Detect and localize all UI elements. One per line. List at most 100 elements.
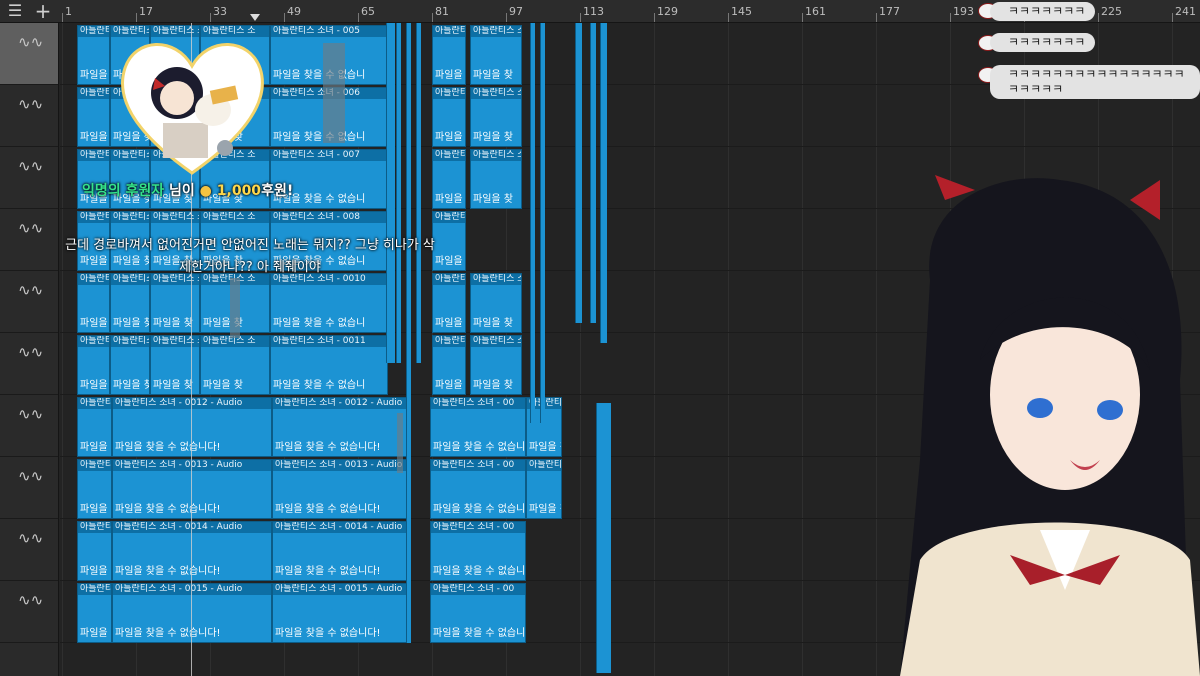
audio-clip[interactable]: 아틀란티스 소파일을 찾 <box>470 25 522 85</box>
donation-mid-text: 님이 <box>164 183 200 199</box>
audio-clip[interactable]: 아틀란티스 소파일을 찾 <box>470 149 522 209</box>
audio-clip[interactable]: 아틀란티스 소파일을 찾 <box>432 25 466 85</box>
clip-name: 아틀란티스 소녀 - 0012 - Audio <box>113 398 271 409</box>
clip-missing-file-label: 파일을 찾 <box>113 380 150 391</box>
ruler-tick-line <box>136 13 137 22</box>
selection-highlight <box>397 413 403 473</box>
playhead-marker[interactable] <box>250 14 260 21</box>
audio-clip[interactable]: 아틀란티스 소녀 - 0011 파일을 찾을 수 없습니 <box>270 335 388 395</box>
ruler-tick-label: 161 <box>805 5 826 18</box>
track-header[interactable]: ∿∿ <box>0 85 58 147</box>
audio-clip[interactable]: 아틀란티스 소파일을 찾 <box>77 521 112 581</box>
audio-clip[interactable]: 아틀란티스 소파일을 찾 <box>110 335 150 395</box>
ruler-tick-line <box>728 13 729 22</box>
audio-clip[interactable]: 아틀란티스 소파일을 찾 <box>432 273 466 333</box>
audio-clip-slice[interactable] <box>596 403 611 673</box>
track-header[interactable]: ∿∿ <box>0 333 58 395</box>
clip-missing-file-label: 파일을 찾을 수 없습니다! <box>115 566 221 577</box>
audio-clip[interactable]: 아틀란티스 소녀 - 0015 - Audio 파일을 찾을 수 없습니다! <box>112 583 272 643</box>
audio-clip[interactable]: 아틀란티스 소파일을 찾 <box>432 149 466 209</box>
audio-clip[interactable]: 아틀란티스 소파일을 찾 <box>77 459 112 519</box>
audio-clip[interactable]: 아틀란티스 소녀 - 00 파일을 찾을 수 없습니 <box>430 397 526 457</box>
ruler-tick-label: 81 <box>435 5 449 18</box>
clip-missing-file-label: 파일을 찾을 수 없습니다! <box>275 504 381 515</box>
audio-clip[interactable]: 아틀란티스 소녀 - 0012 - Audio 파일을 찾을 수 없습니다! <box>112 397 272 457</box>
chat-message: ㅋㅋㅋㅋㅋㅋㅋㅋㅋㅋㅋㅋㅋㅋㅋㅋㅋㅋㅋㅋㅋ <box>990 65 1200 99</box>
audio-clip-slice[interactable] <box>530 23 535 423</box>
add-track-button[interactable]: + <box>34 1 52 21</box>
ruler-tick-label: 193 <box>953 5 974 18</box>
clip-name: 아틀란티스 소 <box>78 398 111 409</box>
track-header[interactable]: ∿∿ <box>0 519 58 581</box>
ruler-tick-line <box>506 13 507 22</box>
audio-clip[interactable]: 아틀란티스 소파일을 찾 <box>77 583 112 643</box>
audio-clip[interactable]: 아틀란티스 소녀 - 0010 파일을 찾을 수 없습니 <box>270 273 388 333</box>
clip-missing-file-label: 파일을 찾 <box>473 380 513 391</box>
ruler-tick-label: 65 <box>361 5 375 18</box>
audio-clip[interactable]: 아틀란티스 소파일을 찾 <box>110 273 150 333</box>
clip-name: 아틀란티스 소 <box>78 336 109 347</box>
audio-clip-slice[interactable] <box>416 23 421 363</box>
audio-clip-slice[interactable] <box>600 23 607 343</box>
clip-missing-file-label: 파일을 찾 <box>153 380 193 391</box>
ruler-tick-label: 177 <box>879 5 900 18</box>
clip-name: 아틀란티스 소녀 - 0011 <box>271 336 387 347</box>
track-header[interactable]: ∿∿ <box>0 147 58 209</box>
donor-name: 익명의 후원자 <box>82 183 165 199</box>
clip-name: 아틀란티스 소 <box>78 460 111 471</box>
track-header[interactable]: ∿∿ <box>0 23 58 85</box>
audio-clip[interactable]: 아틀란티스 소파일을 찾 <box>470 87 522 147</box>
clip-name: 아틀란티스 소 <box>78 584 111 595</box>
audio-clip[interactable]: 아틀란티스 소녀 - 00 파일을 찾을 수 없습니 <box>430 459 526 519</box>
audio-clip[interactable]: 아틀란티스 소파일을 찾 <box>432 335 466 395</box>
audio-clip[interactable]: 아틀란티스 소파일을 찾 <box>526 459 562 519</box>
clip-missing-file-label: 파일을 찾 <box>529 504 561 515</box>
audio-clip[interactable]: 아틀란티스 소녀 - 0015 - Audio 파일을 찾을 수 없습니다! <box>272 583 408 643</box>
waveform-icon: ∿∿ <box>18 343 44 361</box>
clip-name: 아틀란티스 소 <box>471 274 522 285</box>
audio-clip-slice[interactable] <box>575 23 582 323</box>
clip-missing-file-label: 파일을 찾을 수 없습니 <box>273 318 366 329</box>
track-header[interactable]: ∿∿ <box>0 457 58 519</box>
audio-clip[interactable]: 아틀란티스 소파일을 찾 <box>77 335 110 395</box>
waveform-icon: ∿∿ <box>18 405 44 423</box>
audio-clip[interactable]: 아틀란티스 소녀 - 00 파일을 찾을 수 없습니 <box>430 521 526 581</box>
clip-name: 아틀란티스 소 <box>471 150 522 161</box>
audio-clip[interactable]: 아틀란티스 소파일을 찾 <box>150 335 200 395</box>
audio-clip[interactable]: 아틀란티스 소녀 - 0013 - Audio 파일을 찾을 수 없습니다! <box>112 459 272 519</box>
audio-clip[interactable]: 아틀란티스 소파일을 찾 <box>77 397 112 457</box>
clip-name: 아틀란티스 소녀 - 0014 - Audio <box>273 522 407 533</box>
clip-name: 아틀란티스 소녀 - 0015 - Audio <box>113 584 271 595</box>
audio-clip[interactable]: 아틀란티스 소파일을 찾 <box>200 335 270 395</box>
waveform-icon: ∿∿ <box>18 33 44 51</box>
clip-name: 아틀란티스 소 <box>471 88 522 99</box>
ruler-tick-line <box>432 13 433 22</box>
audio-clip[interactable]: 아틀란티스 소파일을 찾 <box>470 335 522 395</box>
track-header[interactable]: ∿∿ <box>0 395 58 457</box>
audio-clip[interactable]: 아틀란티스 소파일을 찾 <box>150 273 200 333</box>
audio-clip[interactable]: 아틀란티스 소녀 - 0012 - Audio 파일을 찾을 수 없습니다! <box>272 397 408 457</box>
track-header[interactable]: ∿∿ <box>0 581 58 643</box>
clip-name: 아틀란티스 소녀 - 0013 - Audio <box>113 460 271 471</box>
donation-alert: 익명의 후원자 님이 ● 1,000후원! 근데 경로바껴서 없어진거면 안없어… <box>60 30 435 275</box>
audio-clip-slice[interactable] <box>540 23 545 423</box>
audio-clip[interactable]: 아틀란티스 소파일을 찾 <box>432 87 466 147</box>
clip-name: 아틀란티스 소 <box>471 336 522 347</box>
clip-missing-file-label: 파일을 찾을 수 없습니다! <box>115 504 221 515</box>
audio-clip[interactable]: 아틀란티스 소녀 - 0014 - Audio 파일을 찾을 수 없습니다! <box>272 521 408 581</box>
audio-clip[interactable]: 아틀란티스 소녀 - 0013 - Audio 파일을 찾을 수 없습니다! <box>272 459 408 519</box>
audio-clip-slice[interactable] <box>406 23 411 643</box>
audio-clip[interactable]: 아틀란티스 소녀 - 0014 - Audio 파일을 찾을 수 없습니다! <box>112 521 272 581</box>
clip-missing-file-label: 파일을 찾을 수 없습니다! <box>115 442 221 453</box>
audio-clip-slice[interactable] <box>590 23 596 323</box>
track-header[interactable]: ∿∿ <box>0 271 58 333</box>
audio-clip[interactable]: 아틀란티스 소녀 - 00 파일을 찾을 수 없습니 <box>430 583 526 643</box>
clip-missing-file-label: 파일을 찾을 수 없습니 <box>433 628 526 639</box>
menu-icon[interactable]: ☰ <box>6 2 24 20</box>
clip-missing-file-label: 파일을 찾 <box>435 70 465 81</box>
audio-clip[interactable]: 아틀란티스 소파일을 찾 <box>470 273 522 333</box>
ruler-tick-label: 17 <box>139 5 153 18</box>
audio-clip[interactable]: 아틀란티스 소파일을 찾 <box>77 273 110 333</box>
track-header[interactable]: ∿∿ <box>0 209 58 271</box>
clip-missing-file-label: 파일을 찾 <box>80 566 111 577</box>
